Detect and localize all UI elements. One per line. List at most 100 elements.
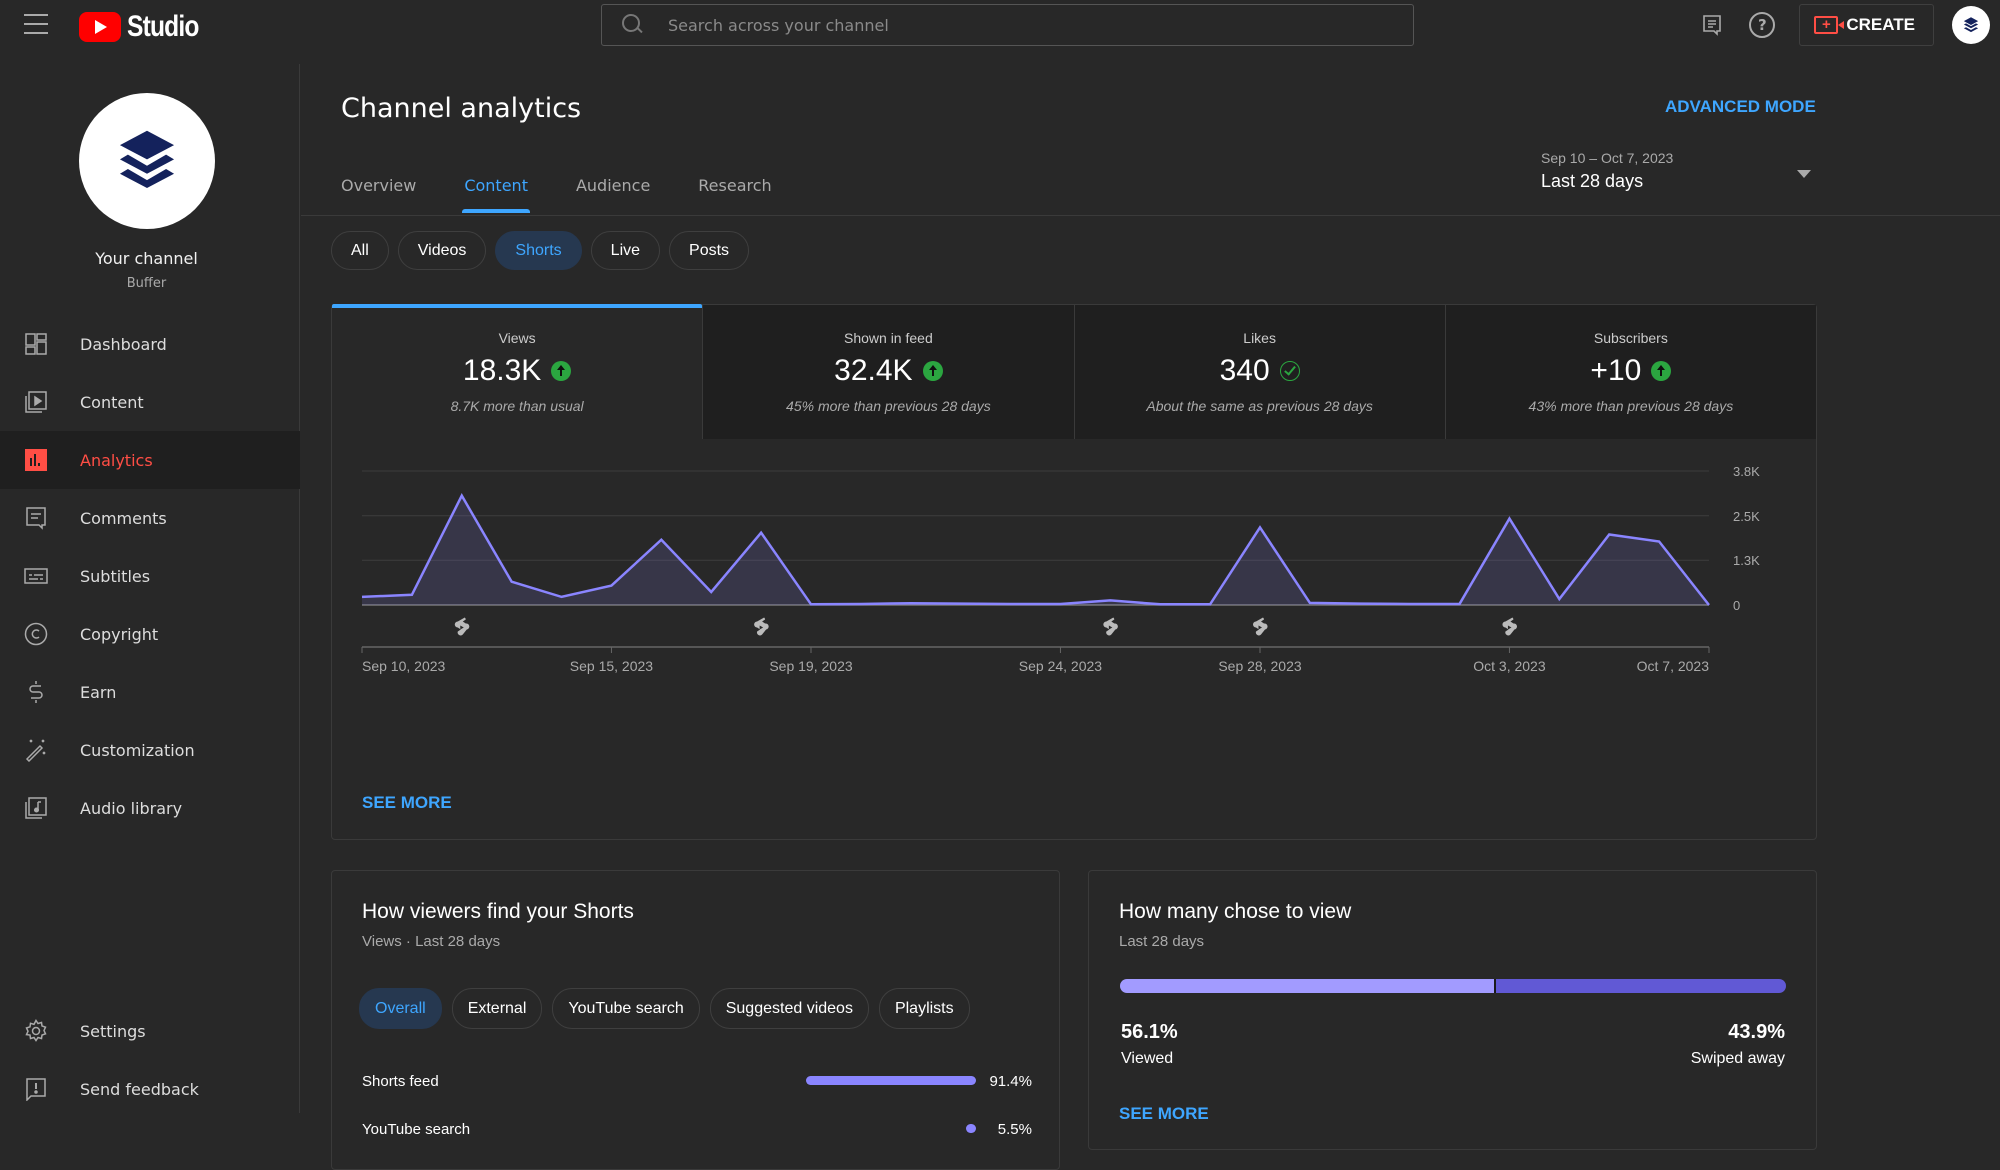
settings-icon (24, 1019, 48, 1043)
data-point (1009, 602, 1013, 606)
shorts-icon (454, 617, 470, 636)
tab-content[interactable]: Content (462, 176, 530, 213)
area-fill (362, 495, 1709, 605)
sidebar-item-subtitles[interactable]: Subtitles (0, 547, 300, 605)
metric-shown-in-feed[interactable]: Shown in feed 32.4K 45% more than previo… (702, 305, 1074, 439)
comments-icon (24, 506, 48, 530)
chip-live[interactable]: Live (590, 231, 661, 270)
y-tick-label: 3.8K (1733, 464, 1760, 479)
chip-playlists[interactable]: Playlists (878, 988, 970, 1029)
data-point (609, 584, 613, 588)
metric-likes[interactable]: Likes 340 About the same as previous 28 … (1073, 305, 1445, 439)
views-chart[interactable]: 0 1.3K 2.5K 3.8K Sep 10, 2023 Sep 15, 2023 Sep… (332, 439, 1816, 769)
channel-name: Buffer (126, 276, 167, 291)
data-point (410, 593, 414, 597)
sidebar-item-earn[interactable]: Earn (0, 663, 300, 721)
chip-youtube-search[interactable]: YouTube search (552, 988, 700, 1029)
youtube-logo-icon (79, 12, 121, 42)
tab-overview[interactable]: Overview (341, 176, 416, 213)
swiped-segment (1493, 979, 1786, 993)
card-title: How many chose to view (1119, 900, 1352, 923)
viewed-vs-swiped-card: How many chose to view Last 28 days 56.1… (1088, 870, 1817, 1150)
copyright-icon (24, 622, 48, 646)
tab-audience[interactable]: Audience (576, 176, 650, 213)
metric-views[interactable]: Views 18.3K 8.7K more than usual (332, 304, 703, 439)
channel-avatar[interactable] (79, 93, 215, 229)
feedback-messages-icon[interactable] (1699, 12, 1725, 38)
sidebar-item-settings[interactable]: Settings (0, 1002, 300, 1060)
menu-icon[interactable] (24, 14, 48, 34)
chip-overall[interactable]: Overall (359, 988, 442, 1029)
customization-icon (24, 738, 48, 762)
viewed-segment (1120, 979, 1494, 993)
search-icon (622, 14, 644, 36)
data-point (1507, 517, 1511, 521)
studio-logo[interactable]: Studio (79, 10, 214, 44)
help-icon[interactable]: ? (1749, 12, 1776, 38)
viewed-stat: 56.1% Viewed (1121, 1021, 1178, 1067)
see-more-link[interactable]: SEE MORE (1119, 1104, 1209, 1124)
top-bar: Studio ? + CREATE (0, 0, 2000, 50)
data-point (1607, 532, 1611, 536)
chip-all[interactable]: All (331, 231, 389, 270)
y-tick-label: 1.3K (1733, 553, 1760, 568)
sidebar-item-comments[interactable]: Comments (0, 489, 300, 547)
main-content: Channel analytics ADVANCED MODE Sep 10 –… (301, 50, 2000, 1170)
analytics-icon (24, 448, 48, 472)
search-input[interactable] (668, 15, 1368, 35)
search-bar[interactable] (601, 4, 1414, 46)
content-type-chips: All Videos Shorts Live Posts (331, 231, 750, 270)
data-point (809, 602, 813, 606)
y-tick-label: 0 (1733, 598, 1740, 613)
tab-research[interactable]: Research (698, 176, 771, 213)
trend-up-icon (551, 361, 572, 381)
sidebar-item-dashboard[interactable]: Dashboard (0, 315, 300, 373)
data-point (560, 595, 564, 599)
chip-shorts[interactable]: Shorts (495, 231, 582, 270)
sidebar-item-content[interactable]: Content (0, 373, 300, 431)
viewed-swiped-bar (1120, 979, 1786, 993)
metric-value: 18.3K (462, 354, 542, 387)
y-tick-label: 2.5K (1733, 509, 1760, 524)
x-tick-label: Oct 3, 2023 (1473, 658, 1546, 674)
sidebar-item-audio-library[interactable]: Audio library (0, 779, 300, 837)
sidebar-item-send-feedback[interactable]: Send feedback (0, 1060, 300, 1118)
traffic-source-row[interactable]: Shorts feed 91.4% (362, 1069, 1032, 1093)
card-subtitle: Views · Last 28 days (362, 933, 501, 950)
chevron-down-icon (1797, 170, 1811, 178)
data-point (859, 602, 863, 606)
see-more-link[interactable]: SEE MORE (362, 793, 452, 813)
traffic-source-row[interactable]: YouTube search 5.5% (362, 1117, 1032, 1141)
percent-bar (806, 1076, 976, 1085)
swiped-stat: 43.9% Swiped away (1690, 1021, 1785, 1067)
chip-posts[interactable]: Posts (669, 231, 750, 270)
sidebar-item-customization[interactable]: Customization (0, 721, 300, 779)
chip-videos[interactable]: Videos (397, 231, 487, 270)
app-name: Studio (127, 10, 199, 43)
sidebar-item-analytics[interactable]: Analytics (0, 431, 300, 489)
create-video-icon: + (1814, 16, 1845, 34)
advanced-mode-link[interactable]: ADVANCED MODE (1665, 97, 1816, 117)
earn-icon (24, 680, 48, 704)
tab-divider (301, 215, 2000, 216)
dashboard-icon (24, 332, 48, 356)
chip-suggested-videos[interactable]: Suggested videos (709, 988, 869, 1029)
sidebar-item-copyright[interactable]: Copyright (0, 605, 300, 663)
date-range-picker[interactable]: Sep 10 – Oct 7, 2023 Last 28 days (1541, 150, 1811, 192)
x-tick-label: Sep 24, 2023 (1019, 658, 1103, 674)
chip-external[interactable]: External (451, 988, 543, 1029)
account-avatar[interactable] (1952, 6, 1990, 44)
metric-subscribers[interactable]: Subscribers +10 43% more than previous 2… (1444, 305, 1816, 439)
audio-library-icon (24, 796, 48, 820)
trend-up-icon (922, 361, 943, 381)
data-point (1358, 602, 1362, 606)
shorts-overview-card: Views 18.3K 8.7K more than usual Shown i… (331, 304, 1817, 840)
page-title: Channel analytics (341, 93, 582, 124)
metric-value: 32.4K (834, 354, 913, 387)
create-button[interactable]: + CREATE (1799, 4, 1934, 46)
data-point (709, 590, 713, 594)
x-tick-label: Sep 28, 2023 (1218, 658, 1302, 674)
data-point (1058, 602, 1062, 606)
create-label: CREATE (1846, 15, 1915, 34)
shorts-icon (1502, 617, 1517, 636)
